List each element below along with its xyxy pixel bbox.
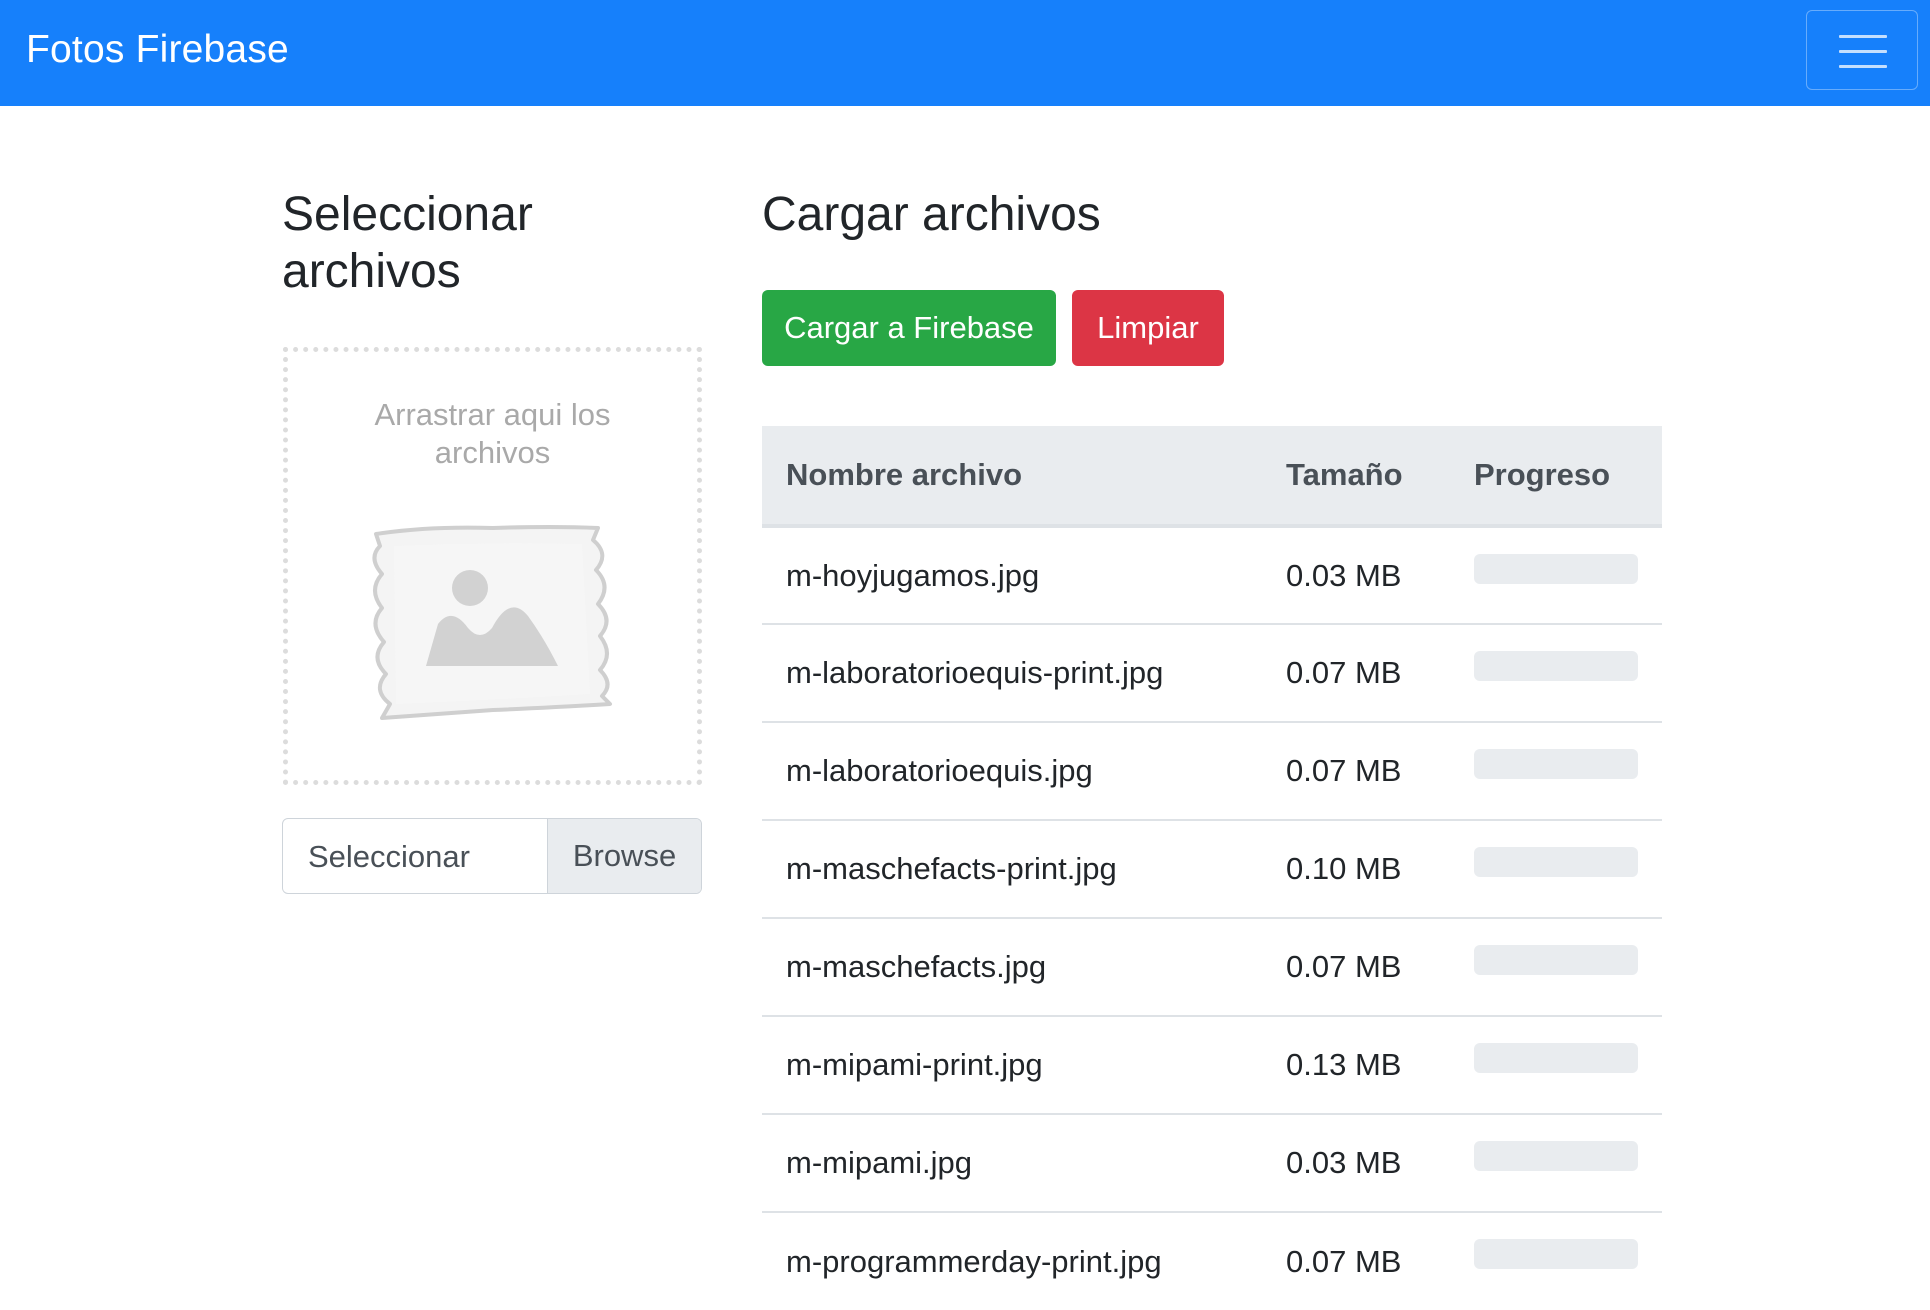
file-size-cell: 0.07 MB xyxy=(1262,623,1450,722)
table-row: m-laboratorioequis.jpg 0.07 MB xyxy=(762,721,1662,820)
progress-bar-track xyxy=(1474,1141,1638,1171)
header-size: Tamaño xyxy=(1262,426,1450,528)
file-name-cell: m-maschefacts-print.jpg xyxy=(762,819,1262,918)
drop-zone-text: Arrastrar aqui los archivos xyxy=(288,396,697,472)
progress-cell xyxy=(1450,1113,1662,1212)
upload-files-title: Cargar archivos xyxy=(762,188,1101,241)
drop-zone-text-line1: Arrastrar aqui los xyxy=(374,397,611,432)
file-size-cell: 0.13 MB xyxy=(1262,1015,1450,1114)
file-size-cell: 0.03 MB xyxy=(1262,1113,1450,1212)
image-placeholder-icon xyxy=(372,525,612,720)
table-row: m-programmerday-print.jpg 0.07 MB xyxy=(762,1211,1662,1310)
file-name-cell: m-hoyjugamos.jpg xyxy=(762,525,1262,624)
progress-cell xyxy=(1450,1211,1662,1310)
file-name-cell: m-mipami-print.jpg xyxy=(762,1015,1262,1114)
file-size-cell: 0.07 MB xyxy=(1262,721,1450,820)
navbar: Fotos Firebase xyxy=(0,0,1930,106)
progress-bar-track xyxy=(1474,1239,1638,1269)
files-table: Nombre archivo Tamaño Progreso m-hoyjuga… xyxy=(762,426,1662,1310)
file-input-label: Seleccionar xyxy=(308,839,470,874)
progress-cell xyxy=(1450,1015,1662,1114)
file-name-cell: m-maschefacts.jpg xyxy=(762,917,1262,1016)
file-size-cell: 0.10 MB xyxy=(1262,819,1450,918)
progress-cell xyxy=(1450,819,1662,918)
browse-button[interactable]: Browse xyxy=(547,819,701,893)
upload-to-firebase-button[interactable]: Cargar a Firebase xyxy=(762,290,1056,366)
progress-bar-track xyxy=(1474,1043,1638,1073)
navbar-brand[interactable]: Fotos Firebase xyxy=(26,28,289,72)
progress-cell xyxy=(1450,623,1662,722)
file-name-cell: m-laboratorioequis.jpg xyxy=(762,721,1262,820)
progress-cell xyxy=(1450,917,1662,1016)
file-size-cell: 0.03 MB xyxy=(1262,525,1450,624)
drop-zone[interactable]: Arrastrar aqui los archivos xyxy=(283,347,702,785)
table-row: m-hoyjugamos.jpg 0.03 MB xyxy=(762,525,1662,624)
table-row: m-mipami-print.jpg 0.13 MB xyxy=(762,1015,1662,1114)
progress-bar-track xyxy=(1474,749,1638,779)
file-input[interactable]: Seleccionar Browse xyxy=(282,818,702,894)
header-file-name: Nombre archivo xyxy=(762,426,1262,528)
table-header-row: Nombre archivo Tamaño Progreso xyxy=(762,426,1662,528)
progress-bar-track xyxy=(1474,651,1638,681)
progress-bar-track xyxy=(1474,554,1638,584)
drop-zone-text-line2: archivos xyxy=(434,435,551,470)
table-row: m-maschefacts.jpg 0.07 MB xyxy=(762,917,1662,1016)
progress-cell xyxy=(1450,721,1662,820)
file-name-cell: m-mipami.jpg xyxy=(762,1113,1262,1212)
file-name-cell: m-laboratorioequis-print.jpg xyxy=(762,623,1262,722)
progress-bar-track xyxy=(1474,847,1638,877)
file-name-cell: m-programmerday-print.jpg xyxy=(762,1211,1262,1310)
table-row: m-laboratorioequis-print.jpg 0.07 MB xyxy=(762,623,1662,722)
clear-button[interactable]: Limpiar xyxy=(1072,290,1224,366)
file-size-cell: 0.07 MB xyxy=(1262,1211,1450,1310)
progress-cell xyxy=(1450,525,1662,624)
select-files-title: Seleccionar archivos xyxy=(282,188,533,298)
table-row: m-mipami.jpg 0.03 MB xyxy=(762,1113,1662,1212)
progress-bar-track xyxy=(1474,945,1638,975)
file-size-cell: 0.07 MB xyxy=(1262,917,1450,1016)
navbar-toggler-button[interactable] xyxy=(1806,10,1918,90)
table-row: m-maschefacts-print.jpg 0.10 MB xyxy=(762,819,1662,918)
header-progress: Progreso xyxy=(1450,426,1662,528)
